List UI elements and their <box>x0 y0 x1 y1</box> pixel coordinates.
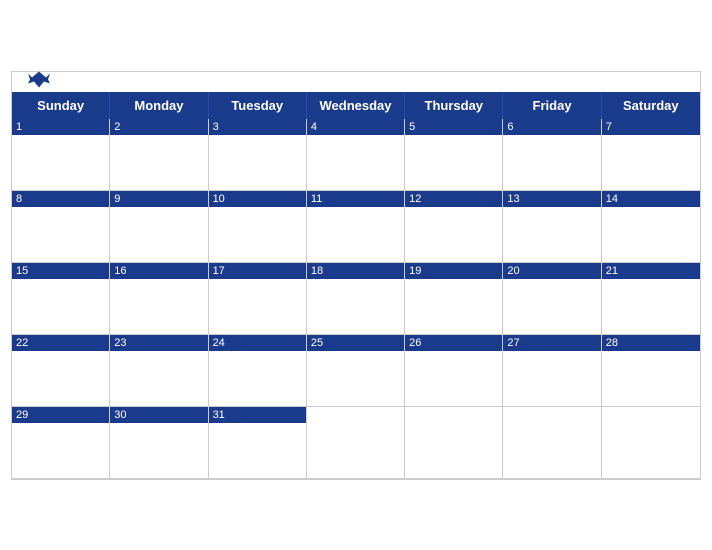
day-cell: 12 <box>405 191 503 263</box>
day-cell: 27 <box>503 335 601 407</box>
day-cell: 25 <box>307 335 405 407</box>
day-header-thursday: Thursday <box>405 92 503 119</box>
day-number: 2 <box>114 121 120 133</box>
day-number: 26 <box>409 337 421 349</box>
day-number: 9 <box>114 193 120 205</box>
calendar-grid: 1234567891011121314151617181920212223242… <box>12 119 700 479</box>
day-number: 25 <box>311 337 323 349</box>
day-cell: 29 <box>12 407 110 479</box>
day-cell: 21 <box>602 263 700 335</box>
day-number: 11 <box>311 193 322 205</box>
day-number: 6 <box>507 121 513 133</box>
day-number: 27 <box>507 337 519 349</box>
day-cell: 6 <box>503 119 601 191</box>
day-number: 14 <box>606 193 618 205</box>
day-cell <box>602 407 700 479</box>
day-cell: 19 <box>405 263 503 335</box>
day-cell: 11 <box>307 191 405 263</box>
day-number: 12 <box>409 193 421 205</box>
day-cell: 17 <box>209 263 307 335</box>
day-cell: 10 <box>209 191 307 263</box>
day-number: 21 <box>606 265 618 277</box>
day-cell: 1 <box>12 119 110 191</box>
day-header-wednesday: Wednesday <box>307 92 405 119</box>
day-cell <box>503 407 601 479</box>
day-number: 10 <box>213 193 225 205</box>
day-header-tuesday: Tuesday <box>209 92 307 119</box>
day-cell: 2 <box>110 119 208 191</box>
day-number: 24 <box>213 337 225 349</box>
day-number: 17 <box>213 265 225 277</box>
day-number: 13 <box>507 193 519 205</box>
day-cell: 24 <box>209 335 307 407</box>
day-number: 1 <box>16 121 22 133</box>
day-cell: 23 <box>110 335 208 407</box>
day-number: 15 <box>16 265 28 277</box>
logo-bird-icon <box>28 69 50 89</box>
day-cell: 28 <box>602 335 700 407</box>
day-cell: 3 <box>209 119 307 191</box>
day-cell: 15 <box>12 263 110 335</box>
day-number: 22 <box>16 337 28 349</box>
calendar-header <box>12 72 700 92</box>
day-cell: 13 <box>503 191 601 263</box>
day-header-monday: Monday <box>110 92 208 119</box>
day-cell: 22 <box>12 335 110 407</box>
day-number: 20 <box>507 265 519 277</box>
day-header-saturday: Saturday <box>602 92 700 119</box>
day-header-friday: Friday <box>503 92 601 119</box>
day-cell: 4 <box>307 119 405 191</box>
day-cell: 20 <box>503 263 601 335</box>
day-number: 28 <box>606 337 618 349</box>
day-cell: 14 <box>602 191 700 263</box>
calendar: SundayMondayTuesdayWednesdayThursdayFrid… <box>11 71 701 480</box>
day-cell: 16 <box>110 263 208 335</box>
day-cell <box>405 407 503 479</box>
day-cell: 18 <box>307 263 405 335</box>
day-cell: 7 <box>602 119 700 191</box>
day-number: 23 <box>114 337 126 349</box>
day-cell: 8 <box>12 191 110 263</box>
day-cell: 30 <box>110 407 208 479</box>
day-number: 18 <box>311 265 323 277</box>
day-number: 5 <box>409 121 415 133</box>
day-number: 16 <box>114 265 126 277</box>
day-number: 8 <box>16 193 22 205</box>
day-cell: 9 <box>110 191 208 263</box>
logo <box>28 69 54 94</box>
day-cell: 5 <box>405 119 503 191</box>
day-number: 4 <box>311 121 317 133</box>
day-number: 7 <box>606 121 612 133</box>
day-cell: 26 <box>405 335 503 407</box>
day-number: 29 <box>16 409 28 421</box>
day-number: 3 <box>213 121 219 133</box>
day-headers-row: SundayMondayTuesdayWednesdayThursdayFrid… <box>12 92 700 119</box>
day-number: 30 <box>114 409 126 421</box>
day-number: 19 <box>409 265 421 277</box>
day-header-sunday: Sunday <box>12 92 110 119</box>
day-number: 31 <box>213 409 225 421</box>
day-cell <box>307 407 405 479</box>
day-cell: 31 <box>209 407 307 479</box>
